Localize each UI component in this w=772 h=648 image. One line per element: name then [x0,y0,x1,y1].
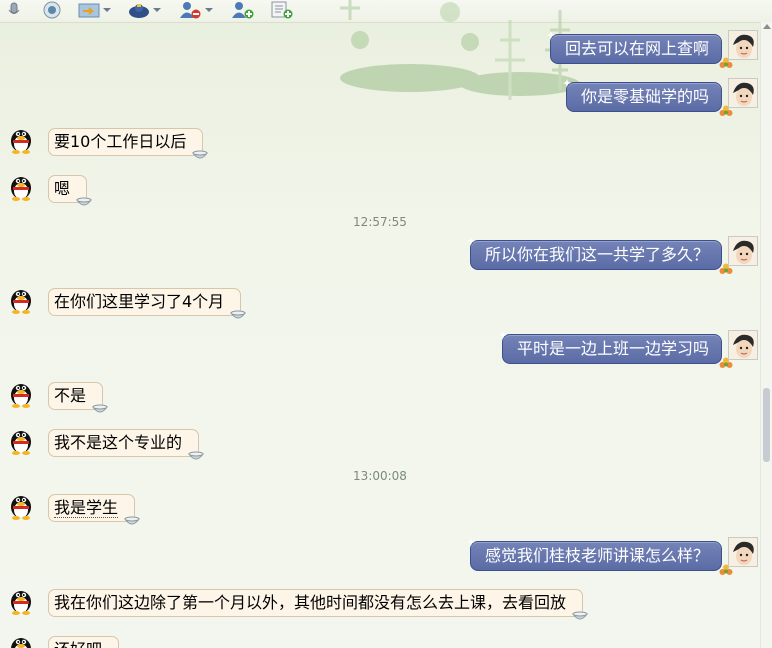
message-text: 嗯 [54,179,71,198]
scroll-up-arrow-icon[interactable] [763,24,771,29]
message-text: 在你们这里学习了4个月 [54,292,225,311]
bowl-icon [124,516,140,525]
avatar[interactable] [728,236,758,266]
bowl-icon [92,404,108,413]
message-incoming: 我是学生 [0,490,760,530]
outgoing-bubble: 平时是一边上班一边学习吗 [498,331,733,368]
outgoing-bubble: 你是零基础学的吗 [562,79,733,116]
incoming-bubble: 我是学生 [48,494,140,525]
message-outgoing: 平时是一边上班一边学习吗 [0,330,760,370]
add-note-icon[interactable] [270,0,296,20]
sparkle-icon [546,31,555,39]
penguin-avatar-icon[interactable] [6,632,36,648]
incoming-bubble: 我不是这个专业的 [48,429,204,460]
incoming-bubble: 在你们这里学习了4个月 [48,288,247,319]
avatar[interactable] [728,330,758,360]
message-text: 我是学生 [54,498,119,518]
bowl-icon [188,451,204,460]
message-text: 回去可以在网上查啊 [564,39,709,58]
message-incoming: 要10个工作日以后 [0,124,760,164]
message-text: 所以你在我们这一共学了多久？ [484,245,709,264]
send-file-icon[interactable] [78,0,111,20]
chat-history: 回去可以在网上查啊 你是零基础学的吗 要10个工作日以后 嗯 12:57:55 … [0,22,760,648]
incoming-bubble: 我在你们这边除了第一个月以外，其他时间都没有怎么去上课，去看回放 [48,589,588,620]
message-text: 感觉我们桂枝老师讲课怎么样？ [484,546,709,565]
message-text: 平时是一边上班一边学习吗 [516,339,709,358]
scrollbar-thumb[interactable] [763,388,770,462]
outgoing-bubble: 回去可以在网上查啊 [546,31,733,68]
message-outgoing: 所以你在我们这一共学了多久？ [0,236,760,276]
chat-scrollbar[interactable] [760,22,772,648]
bowl-icon [192,150,209,159]
message-incoming: 我不是这个专业的 [0,425,760,465]
add-contact-icon[interactable] [230,0,256,20]
bowl-icon [230,310,247,319]
sparkle-icon [466,237,475,245]
message-text: 要10个工作日以后 [54,132,187,151]
incoming-bubble: 嗯 [48,175,92,206]
sparkle-icon [466,538,475,546]
penguin-avatar-icon[interactable] [6,171,36,201]
message-text: 不是 [54,386,87,405]
incoming-bubble: 不是 [48,382,108,413]
bowl-icon [572,611,588,620]
incoming-bubble: 还好吧 [48,636,120,648]
message-incoming: 我在你们这边除了第一个月以外，其他时间都没有怎么去上课，去看回放 [0,585,760,625]
message-outgoing: 感觉我们桂枝老师讲课怎么样？ [0,537,760,577]
timestamp: 12:57:55 [353,215,407,229]
penguin-avatar-icon[interactable] [6,284,36,314]
message-outgoing: 回去可以在网上查啊 [0,30,760,70]
sparkle-icon [562,79,571,87]
avatar[interactable] [728,78,758,108]
avatar[interactable] [728,537,758,567]
sparkle-icon [498,331,507,339]
message-incoming: 嗯 [0,171,760,211]
message-incoming: 还好吧 [0,632,760,648]
security-icon[interactable] [128,0,161,20]
message-incoming: 在你们这里学习了4个月 [0,284,760,324]
message-outgoing: 你是零基础学的吗 [0,78,760,118]
message-text: 你是零基础学的吗 [580,87,709,106]
message-text: 我不是这个专业的 [54,433,183,452]
outgoing-bubble: 所以你在我们这一共学了多久？ [466,237,733,274]
penguin-avatar-icon[interactable] [6,378,36,408]
camera-icon[interactable] [42,0,62,20]
timestamp: 13:00:08 [353,469,407,483]
microphone-icon[interactable] [6,0,22,20]
message-incoming: 不是 [0,378,760,418]
avatar[interactable] [728,30,758,60]
penguin-avatar-icon[interactable] [6,425,36,455]
penguin-avatar-icon[interactable] [6,490,36,520]
bowl-icon [76,197,92,206]
message-text: 我在你们这边除了第一个月以外，其他时间都没有怎么去上课，去看回放 [54,593,567,612]
penguin-avatar-icon[interactable] [6,585,36,615]
message-text: 还好吧 [54,640,102,648]
outgoing-bubble: 感觉我们桂枝老师讲课怎么样？ [466,538,733,575]
remove-contact-icon[interactable] [178,0,213,20]
incoming-bubble: 要10个工作日以后 [48,128,209,159]
penguin-avatar-icon[interactable] [6,124,36,154]
